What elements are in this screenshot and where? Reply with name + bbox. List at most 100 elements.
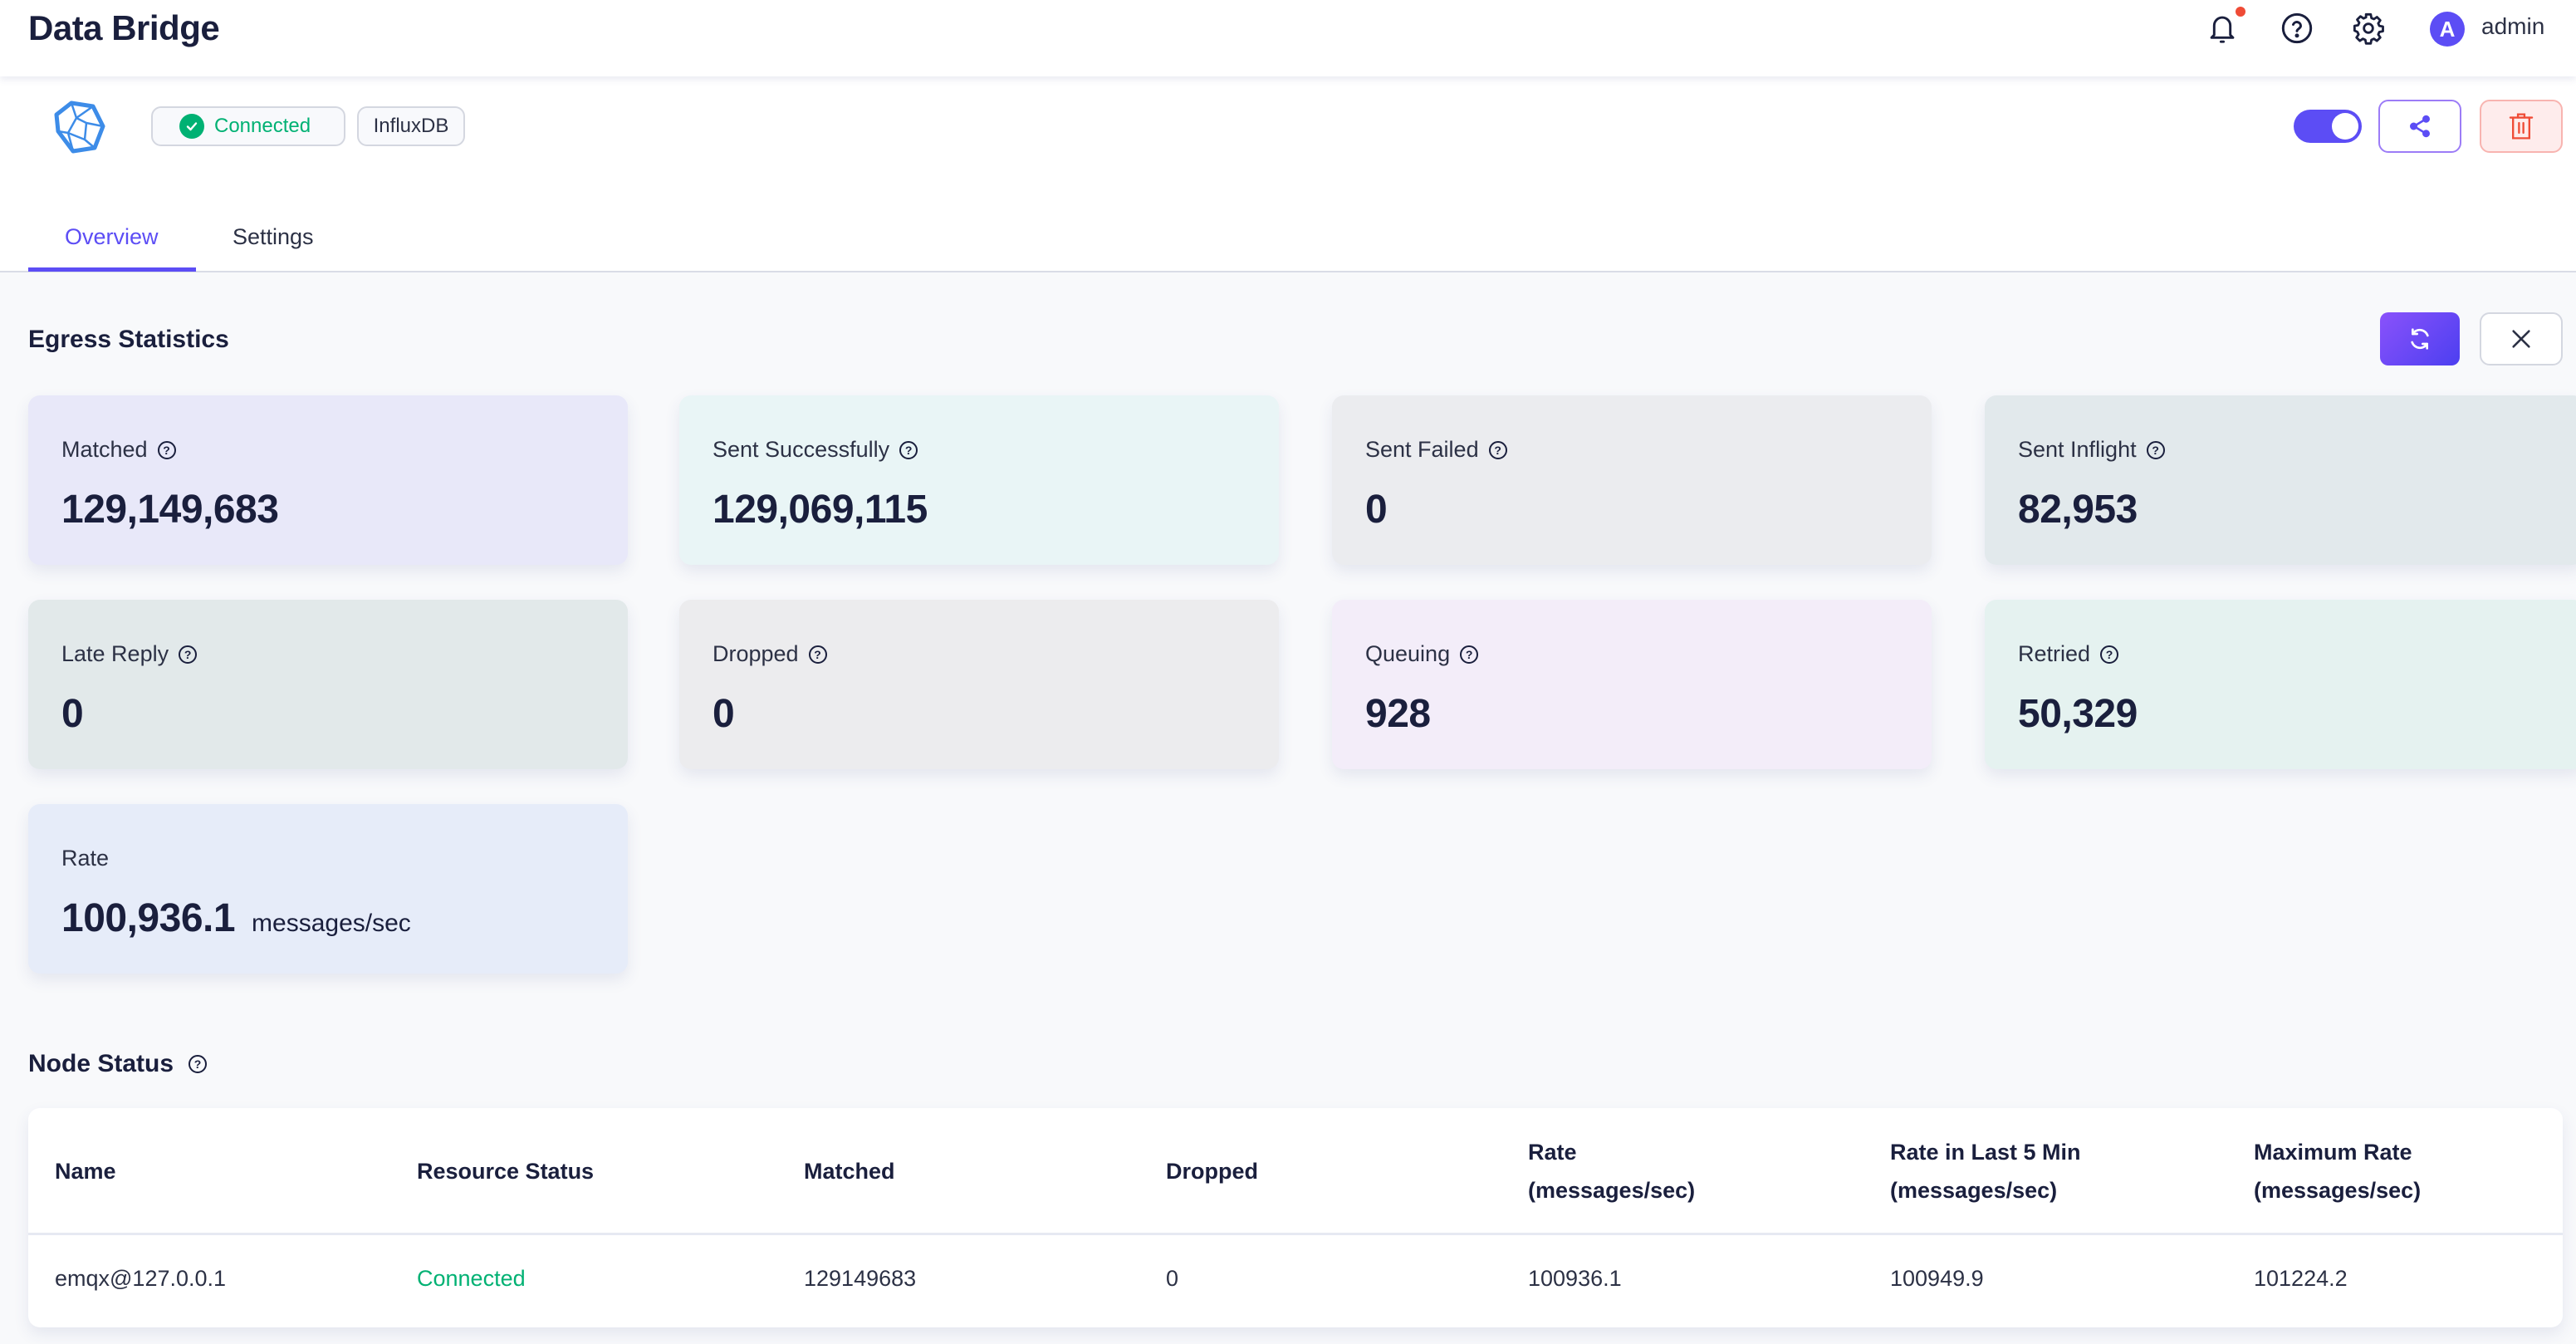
gear-icon[interactable]: [2350, 10, 2387, 47]
stat-label: Late Reply?: [61, 641, 198, 667]
stat-value-row: 50,329: [2018, 691, 2138, 737]
stat-label-text: Rate: [61, 846, 110, 871]
header-divider: [28, 1233, 2563, 1235]
table-cell: 0: [1166, 1266, 1179, 1291]
stat-label: Retried?: [2018, 641, 2119, 667]
stat-value-row: 129,069,115: [713, 487, 928, 532]
stat-value-row: 100,936.1 messages/sec: [61, 895, 411, 941]
column-header-text: Rate: [1528, 1140, 1577, 1165]
page-title: Data Bridge: [28, 8, 220, 47]
column-header-text: Dropped: [1166, 1159, 1258, 1184]
username[interactable]: admin: [2481, 13, 2544, 40]
refresh-icon: [2411, 328, 2429, 350]
column-header-text: (messages/sec): [1528, 1178, 1696, 1203]
stat-card-queuing: Queuing? 928: [1332, 600, 1932, 769]
stat-label-text: Queuing: [1365, 641, 1451, 666]
stat-label: Sent Inflight?: [2018, 437, 2165, 463]
node-status-title: Node Status ?: [28, 1050, 208, 1078]
stat-label-text: Late Reply: [61, 641, 169, 666]
delete-button[interactable]: [2480, 100, 2563, 153]
column-header-text: Name: [55, 1159, 116, 1184]
bell-icon[interactable]: [2204, 10, 2241, 47]
share-icon: [2410, 115, 2430, 138]
stat-card-retried: Retried? 50,329: [1985, 600, 2576, 769]
tab-settings[interactable]: Settings: [233, 224, 314, 250]
column-header-text: Maximum Rate: [2254, 1140, 2412, 1165]
help-icon[interactable]: ?: [1460, 645, 1479, 664]
top-bar: Data Bridge A admin: [0, 0, 2576, 76]
stat-label: Dropped?: [713, 641, 827, 667]
column-header-text: (messages/sec): [2254, 1178, 2422, 1203]
bridge-type-badge: InfluxDB: [357, 106, 465, 146]
help-icon[interactable]: ?: [1488, 440, 1507, 459]
table-cell: emqx@127.0.0.1: [55, 1266, 227, 1291]
stat-card-rate: Rate 100,936.1 messages/sec: [28, 804, 628, 974]
stat-card-late-reply: Late Reply? 0: [28, 600, 628, 769]
close-icon: [2512, 330, 2530, 348]
active-tab-indicator: [28, 267, 196, 272]
table-cell: 129149683: [804, 1266, 917, 1291]
status-badge: Connected: [151, 106, 345, 146]
help-icon[interactable]: ?: [2146, 440, 2165, 459]
help-icon[interactable]: ?: [899, 440, 918, 459]
stat-value: 0: [713, 692, 735, 736]
column-header: Matched: [804, 1108, 895, 1234]
close-button[interactable]: [2480, 312, 2563, 365]
stat-card-dropped: Dropped? 0: [679, 600, 1279, 769]
stat-label-text: Retried: [2018, 641, 2091, 666]
stat-value-row: 0: [1365, 487, 1388, 532]
toggle-knob: [2332, 113, 2358, 140]
stat-label-text: Dropped: [713, 641, 799, 666]
influxdb-icon: [51, 98, 110, 156]
table-cell: 100949.9: [1890, 1266, 1984, 1291]
help-circle-icon[interactable]: [2279, 10, 2315, 47]
stat-value-row: 129,149,683: [61, 487, 279, 532]
stat-value: 50,329: [2018, 692, 2138, 736]
tab-overview[interactable]: Overview: [65, 224, 159, 250]
help-icon[interactable]: ?: [179, 645, 198, 664]
stat-value: 129,069,115: [713, 488, 928, 532]
help-icon[interactable]: ?: [189, 1055, 208, 1073]
stat-value-row: 928: [1365, 691, 1431, 737]
column-header: Rate in Last 5 Min (messages/sec): [1890, 1108, 2081, 1234]
stat-value: 928: [1365, 692, 1431, 736]
table-cell: 101224.2: [2254, 1266, 2348, 1291]
table-cell: 100936.1: [1528, 1266, 1622, 1291]
status-text: Connected: [214, 115, 311, 137]
stat-card-matched: Matched? 129,149,683: [28, 395, 628, 565]
avatar[interactable]: A: [2430, 12, 2465, 47]
stat-value-row: 0: [61, 691, 84, 737]
help-icon[interactable]: ?: [808, 645, 827, 664]
stat-value-row: 0: [713, 691, 735, 737]
column-header: Name: [55, 1108, 116, 1234]
refresh-button[interactable]: [2380, 312, 2460, 365]
stat-label-text: Sent Inflight: [2018, 437, 2137, 462]
node-status-title-text: Node Status: [28, 1050, 174, 1077]
stat-value: 82,953: [2018, 488, 2138, 532]
stat-unit: messages/sec: [252, 910, 411, 937]
stat-card-sent-successfully: Sent Successfully? 129,069,115: [679, 395, 1279, 565]
stat-label-text: Sent Successfully: [713, 437, 890, 462]
help-icon[interactable]: ?: [2100, 645, 2119, 664]
column-header: Maximum Rate (messages/sec): [2254, 1108, 2421, 1234]
help-icon[interactable]: ?: [157, 440, 176, 459]
resource-status-cell: Connected: [417, 1266, 526, 1291]
node-status-table: Name Resource Status Matched Dropped Rate (me…: [28, 1108, 2563, 1327]
column-header-text: Resource Status: [417, 1159, 595, 1184]
notification-dot: [2236, 7, 2245, 17]
egress-statistics-title: Egress Statistics: [28, 326, 229, 353]
stat-value: 129,149,683: [61, 488, 279, 532]
stat-label: Sent Successfully?: [713, 437, 918, 463]
stat-value: 0: [61, 692, 84, 736]
stat-label-text: Matched: [61, 437, 148, 462]
stat-value: 0: [1365, 488, 1388, 532]
share-button[interactable]: [2378, 100, 2461, 153]
enable-toggle[interactable]: [2294, 110, 2362, 143]
stat-label: Matched?: [61, 437, 176, 463]
trash-icon: [2509, 113, 2534, 140]
stat-label: Queuing?: [1365, 641, 1479, 667]
stat-label: Sent Failed?: [1365, 437, 1507, 463]
column-header-text: (messages/sec): [1890, 1178, 2058, 1203]
column-header: Rate (messages/sec): [1528, 1108, 1695, 1234]
stat-label-text: Sent Failed: [1365, 437, 1479, 462]
